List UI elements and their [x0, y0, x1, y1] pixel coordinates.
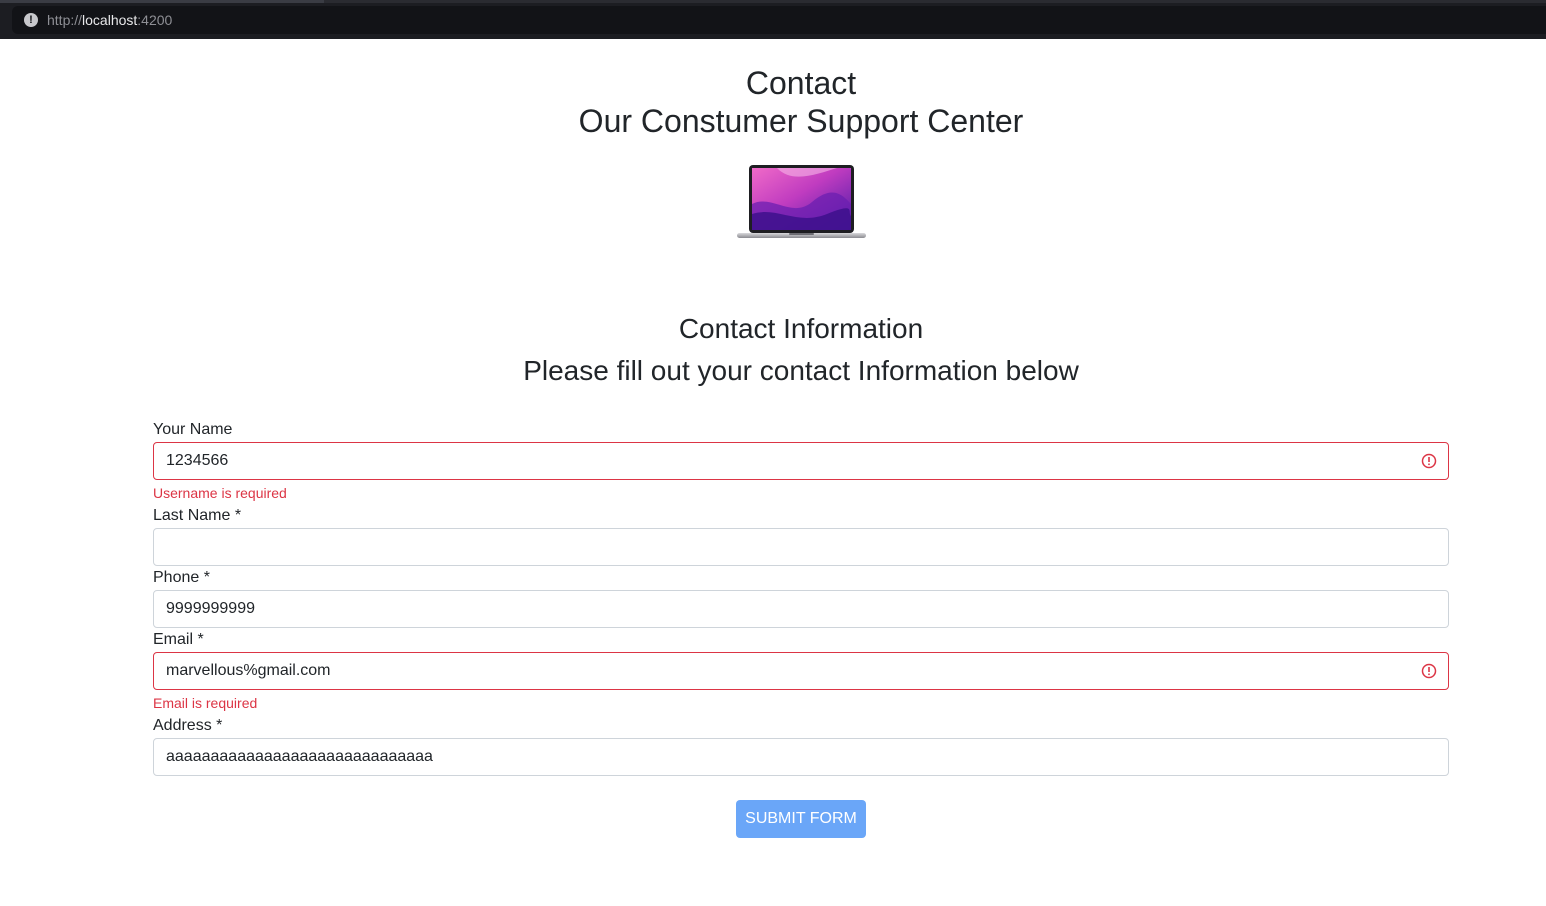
email-error-message: Email is required: [153, 695, 258, 711]
email-field[interactable]: [153, 652, 1449, 690]
email-label: Email *: [153, 631, 204, 648]
page-content: Contact Our Constumer Support Center Con…: [0, 39, 1546, 906]
page-title: Contact: [745, 65, 857, 101]
active-tab-indicator[interactable]: [0, 0, 324, 3]
name-label: Your Name: [153, 421, 233, 438]
address-input[interactable]: [154, 739, 1448, 775]
url-host: localhost: [82, 12, 138, 28]
name-error-message: Username is required: [153, 485, 287, 501]
section-title: Contact Information: [678, 313, 924, 344]
last-name-label: Last Name *: [153, 507, 242, 524]
error-icon: [1421, 453, 1437, 469]
phone-label: Phone *: [153, 569, 210, 586]
error-icon: [1421, 663, 1437, 679]
page-subtitle: Our Constumer Support Center: [578, 103, 1024, 139]
name-input[interactable]: [154, 443, 1448, 479]
address-bar[interactable]: ! http://localhost:4200: [12, 6, 1546, 34]
section-subtitle: Please fill out your contact Information…: [523, 355, 1079, 386]
address-field[interactable]: [153, 738, 1449, 776]
phone-field[interactable]: [153, 590, 1449, 628]
last-name-field[interactable]: [153, 528, 1449, 566]
laptop-image: [737, 165, 866, 238]
name-field[interactable]: [153, 442, 1449, 480]
browser-toolbar: ! http://localhost:4200: [0, 0, 1546, 39]
url-scheme: http://: [47, 12, 83, 28]
site-info-icon[interactable]: !: [24, 13, 38, 27]
address-label: Address *: [153, 717, 223, 734]
submit-form-button[interactable]: SUBMIT FORM: [736, 800, 866, 838]
url-port: :4200: [137, 12, 173, 28]
url-text[interactable]: http://localhost:4200: [47, 12, 172, 28]
email-input[interactable]: [154, 653, 1448, 689]
phone-input[interactable]: [154, 591, 1448, 627]
last-name-input[interactable]: [154, 529, 1448, 565]
tab-strip: [0, 0, 1546, 3]
